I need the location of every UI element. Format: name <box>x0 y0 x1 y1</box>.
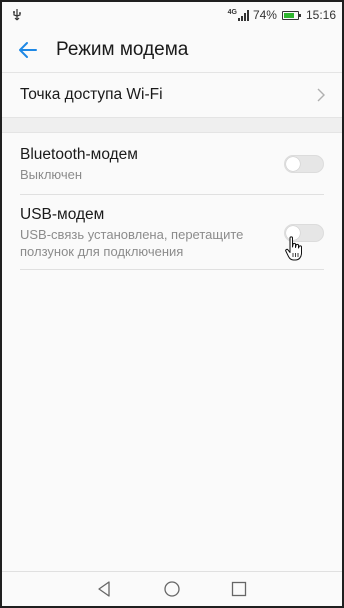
phone-screen: 4G 74% 15:16 Режим модема Точка доступа … <box>0 0 344 608</box>
wifi-hotspot-item[interactable]: Точка доступа Wi-Fi <box>2 73 342 117</box>
network-type-label: 4G <box>227 8 237 16</box>
signal-icon <box>237 9 249 21</box>
usb-tethering-label: USB-модем <box>20 206 105 223</box>
bluetooth-tethering-status: Выключен <box>20 167 83 182</box>
clock: 15:16 <box>305 8 336 22</box>
bluetooth-tethering-label: Bluetooth-модем <box>20 146 138 163</box>
recents-square-icon[interactable] <box>230 580 248 598</box>
toggle-knob <box>286 157 300 171</box>
section-divider <box>2 117 342 133</box>
bluetooth-tethering-toggle[interactable] <box>284 155 324 173</box>
back-arrow-icon[interactable] <box>16 38 40 62</box>
status-bar: 4G 74% 15:16 <box>2 2 342 28</box>
bluetooth-tethering-item[interactable]: Bluetooth-модем Выключен <box>20 133 324 195</box>
hand-cursor-icon <box>285 236 302 261</box>
navigation-bar <box>2 571 342 606</box>
usb-tethering-status: USB-связь установлена, перетащите ползун… <box>20 227 244 259</box>
chevron-right-icon <box>317 88 325 102</box>
home-circle-icon[interactable] <box>163 580 181 598</box>
battery-percent: 74% <box>252 8 277 22</box>
page-title: Режим модема <box>56 39 189 60</box>
usb-tethering-item[interactable]: USB-модем USB-связь установлена, перетащ… <box>20 195 324 270</box>
wifi-hotspot-label: Точка доступа Wi-Fi <box>20 86 163 103</box>
battery-fill <box>283 12 294 18</box>
battery-icon <box>281 10 301 20</box>
back-triangle-icon[interactable] <box>96 580 114 598</box>
usb-icon <box>13 9 21 21</box>
app-bar: Режим модема <box>2 28 342 72</box>
